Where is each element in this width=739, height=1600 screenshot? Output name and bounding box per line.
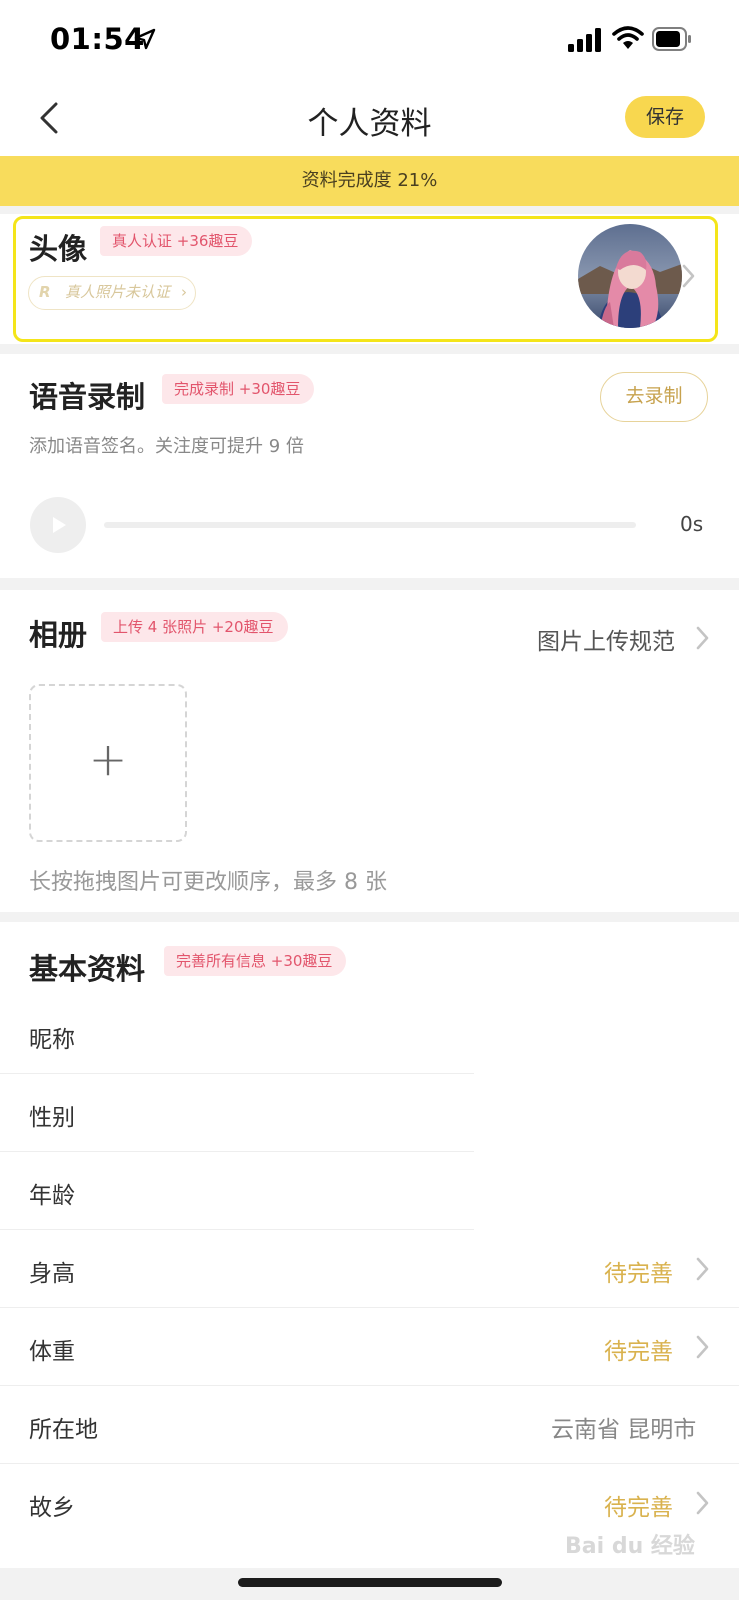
status-bar: 01:54 <box>0 0 739 80</box>
basic-info-title: 基本资料 <box>29 952 146 986</box>
chevron-right-icon <box>696 626 709 650</box>
row-value-pending: 待完善 <box>604 1261 673 1287</box>
play-button[interactable] <box>30 497 86 553</box>
voice-duration: 0s <box>680 512 704 536</box>
completion-banner: 资料完成度 21% <box>0 156 739 206</box>
baidu-watermark: Bai du 经验 <box>565 1534 695 1559</box>
info-row-weight[interactable]: 体重 待完善 <box>0 1308 739 1386</box>
voice-section: 语音录制 完成录制 +30趣豆 添加语音签名。关注度可提升 9 倍 去录制 0s <box>0 354 739 578</box>
row-label: 体重 <box>29 1339 75 1365</box>
info-row-location[interactable]: 所在地 云南省 昆明市 <box>0 1386 739 1464</box>
row-label: 所在地 <box>29 1417 98 1443</box>
voice-title: 语音录制 <box>29 380 146 414</box>
verify-r-icon: R <box>39 283 51 301</box>
record-button[interactable]: 去录制 <box>600 372 708 422</box>
voice-reward-tag: 完成录制 +30趣豆 <box>162 374 315 404</box>
album-reward-tag: 上传 4 张照片 +20趣豆 <box>101 612 288 642</box>
battery-icon <box>652 27 691 51</box>
basic-info-section: 基本资料 完善所有信息 +30趣豆 昵称 性别 年龄 身高 待完善 体重 待完善… <box>0 922 739 1568</box>
row-value-pending: 待完善 <box>604 1339 673 1365</box>
nav-bar: 个人资料 保存 <box>0 80 739 156</box>
row-value-pending: 待完善 <box>604 1495 673 1521</box>
chevron-right-icon <box>682 264 695 288</box>
row-label: 故乡 <box>29 1495 75 1521</box>
verify-label: 真人照片未认证 <box>65 283 171 301</box>
avatar-section[interactable]: 头像 真人认证 +36趣豆 R 真人照片未认证 › <box>0 214 739 344</box>
avatar-title: 头像 <box>29 232 88 266</box>
row-label: 性别 <box>29 1105 75 1131</box>
photo-upload-guide-link[interactable]: 图片上传规范 <box>537 622 675 656</box>
basic-info-reward-tag: 完善所有信息 +30趣豆 <box>164 946 347 976</box>
chevron-right-icon <box>696 1491 709 1515</box>
plus-icon: + <box>88 732 128 786</box>
voice-subtitle: 添加语音签名。关注度可提升 9 倍 <box>29 436 304 457</box>
row-label: 昵称 <box>29 1027 75 1053</box>
play-icon <box>53 517 66 533</box>
cellular-signal-icon <box>568 28 601 52</box>
info-row-height[interactable]: 身高 待完善 <box>0 1230 739 1308</box>
chevron-right-icon <box>696 1257 709 1281</box>
chevron-right-icon: › <box>181 283 187 301</box>
wifi-icon <box>612 26 644 49</box>
chevron-right-icon <box>696 1335 709 1359</box>
album-title: 相册 <box>29 618 88 652</box>
album-hint: 长按拖拽图片可更改顺序，最多 8 张 <box>29 870 387 895</box>
avatar-reward-tag: 真人认证 +36趣豆 <box>100 226 253 256</box>
info-row-age[interactable]: 年龄 <box>0 1152 739 1230</box>
row-label: 年龄 <box>29 1183 75 1209</box>
info-row-nickname[interactable]: 昵称 <box>0 996 739 1074</box>
save-button[interactable]: 保存 <box>625 96 705 138</box>
row-label: 身高 <box>29 1261 75 1287</box>
home-indicator[interactable] <box>238 1578 502 1587</box>
album-section: 相册 上传 4 张照片 +20趣豆 图片上传规范 + 长按拖拽图片可更改顺序，最… <box>0 590 739 912</box>
playback-track[interactable] <box>104 522 636 528</box>
status-time: 01:54 <box>50 22 145 56</box>
real-person-verify-chip[interactable]: R 真人照片未认证 › <box>28 276 196 310</box>
add-photo-button[interactable]: + <box>29 684 187 842</box>
avatar[interactable] <box>578 224 682 328</box>
location-arrow-icon <box>134 28 156 50</box>
row-value-location: 云南省 昆明市 <box>551 1417 697 1443</box>
info-row-gender[interactable]: 性别 <box>0 1074 739 1152</box>
